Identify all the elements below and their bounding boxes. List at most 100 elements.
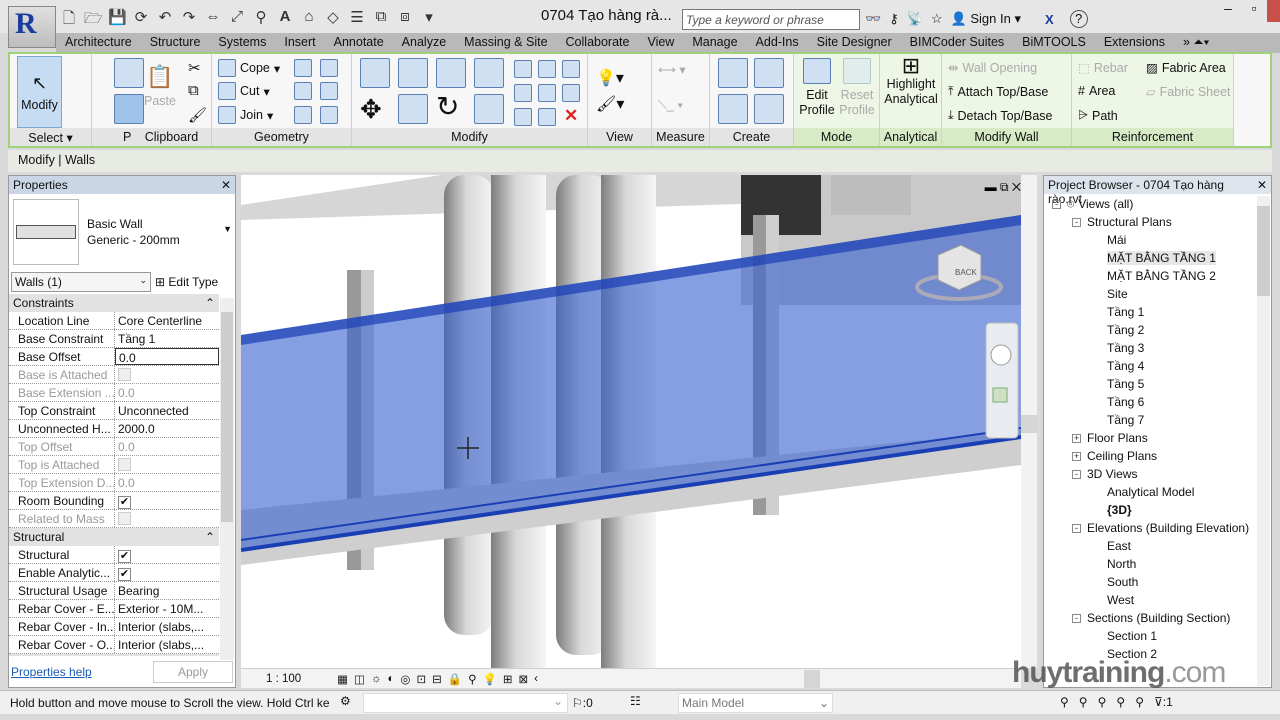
edit-profile-button[interactable]: Edit Profile: [798, 58, 836, 118]
match-properties-icon[interactable]: 🖌: [188, 106, 207, 124]
property-value[interactable]: 0.0: [115, 474, 219, 491]
view-window-controls[interactable]: ▬ ⧉ ✕: [985, 180, 1021, 194]
property-value[interactable]: 2000.0: [115, 420, 219, 437]
close-icon[interactable]: ✕: [1257, 178, 1267, 192]
tab-bimcoder-suites[interactable]: BIMCoder Suites: [901, 33, 1013, 53]
trim-extend-icon[interactable]: [474, 94, 504, 124]
reveal-hidden-icon[interactable]: 💡: [483, 672, 497, 686]
property-value[interactable]: Unconnected: [115, 402, 219, 419]
property-row[interactable]: Location Line Core Centerline: [9, 312, 219, 330]
demolish-icon[interactable]: [294, 106, 312, 124]
lightbulb-icon[interactable]: 💡▾: [596, 68, 624, 88]
drag-elements-icon[interactable]: ⚲: [1135, 695, 1144, 709]
paint-icon[interactable]: [320, 82, 338, 100]
crop-visibility-icon[interactable]: ⊟: [432, 672, 442, 686]
analytical-model-icon[interactable]: ⊞: [503, 672, 513, 686]
redo-icon[interactable]: ↷: [180, 8, 198, 33]
detail-level-icon[interactable]: ▦: [337, 672, 348, 686]
application-menu-button[interactable]: R: [8, 6, 56, 48]
sync-icon[interactable]: ⟳: [132, 8, 150, 33]
tab-extensions[interactable]: Extensions: [1095, 33, 1174, 53]
collapse-icon[interactable]: -: [1052, 199, 1061, 209]
render-icon[interactable]: ◎: [400, 672, 410, 686]
mirror-axis-icon[interactable]: [436, 58, 466, 88]
select-panel-label[interactable]: Select ▾: [10, 128, 91, 146]
tab-massing-site[interactable]: Massing & Site: [455, 33, 556, 53]
steering-wheel-icon[interactable]: [990, 344, 1012, 366]
measure-icon[interactable]: ⇔: [204, 8, 222, 33]
dimension-icon[interactable]: ⤢: [228, 8, 246, 33]
browser-item[interactable]: -3D Views: [1048, 465, 1267, 483]
property-value[interactable]: 0.0: [115, 438, 219, 455]
create-parts-icon[interactable]: [718, 58, 748, 88]
browser-item[interactable]: West: [1048, 591, 1267, 609]
paste-button[interactable]: 📋 Paste: [144, 64, 176, 108]
design-option-dropdown[interactable]: Main Model ⌄: [678, 693, 833, 713]
fabric-sheet-button[interactable]: ▱ Fabric Sheet: [1146, 84, 1231, 100]
browser-item[interactable]: Tầng 3: [1048, 339, 1267, 357]
delete-icon[interactable]: ✕: [564, 106, 578, 126]
attach-top-base-button[interactable]: ⤒ Attach Top/Base: [948, 84, 1048, 99]
property-checkbox[interactable]: ✔: [115, 564, 219, 581]
tab-structure[interactable]: Structure: [141, 33, 210, 53]
property-row[interactable]: Base Extension ... 0.0: [9, 384, 219, 402]
property-value[interactable]: Interior (slabs,...: [115, 636, 219, 653]
tab-architecture[interactable]: Architecture: [56, 33, 141, 53]
property-value[interactable]: Bearing: [115, 582, 219, 599]
property-checkbox[interactable]: ✔: [115, 492, 219, 509]
brush-icon[interactable]: 🖌▾: [596, 94, 624, 114]
fabric-area-button[interactable]: ▨ Fabric Area: [1146, 60, 1226, 76]
reset-profile-button[interactable]: Reset Profile: [838, 58, 876, 118]
property-row[interactable]: Base is Attached: [9, 366, 219, 384]
star-icon[interactable]: ☆: [931, 11, 943, 27]
properties-scrollbar[interactable]: [220, 298, 234, 660]
thin-lines-icon[interactable]: ☰: [348, 8, 366, 33]
satellite-icon[interactable]: 📡: [907, 11, 923, 27]
property-row[interactable]: Base Offset 0.0: [9, 348, 219, 366]
browser-item[interactable]: + Ceiling Plans: [1048, 447, 1267, 465]
rebar-button[interactable]: ⬚ Rebar: [1078, 60, 1128, 76]
sun-path-icon[interactable]: ☼: [371, 673, 382, 685]
split-face-icon[interactable]: [294, 82, 312, 100]
align-icon[interactable]: [360, 58, 390, 88]
browser-item[interactable]: Tầng 7: [1048, 411, 1267, 429]
apply-button[interactable]: Apply: [153, 661, 233, 683]
browser-item[interactable]: - ⌾ Views (all): [1048, 195, 1267, 213]
property-row[interactable]: Top Offset 0.0: [9, 438, 219, 456]
property-value[interactable]: Exterior - 10M...: [115, 600, 219, 617]
navigation-bar[interactable]: [985, 322, 1019, 439]
property-row[interactable]: Top Constraint Unconnected: [9, 402, 219, 420]
select-links-icon[interactable]: ⚲: [1060, 695, 1069, 709]
property-row[interactable]: Enable Analytic... ✔: [9, 564, 219, 582]
browser-item[interactable]: Tầng 1: [1048, 303, 1267, 321]
browser-item[interactable]: MẶT BẰNG TẦNG 2: [1048, 267, 1267, 285]
tab-collaborate[interactable]: Collaborate: [557, 33, 639, 53]
type-selector[interactable]: Basic Wall Generic - 200mm ▼: [9, 194, 235, 270]
visual-style-icon[interactable]: ◫: [354, 672, 365, 686]
property-checkbox[interactable]: [115, 366, 219, 383]
browser-item[interactable]: - Structural Plans: [1048, 213, 1267, 231]
property-row[interactable]: Room Bounding ✔: [9, 492, 219, 510]
browser-item[interactable]: South: [1048, 573, 1267, 591]
new-icon[interactable]: 🗋: [60, 8, 78, 33]
text-icon[interactable]: A: [276, 8, 294, 33]
rotate-icon[interactable]: ↻: [436, 90, 459, 123]
shadows-icon[interactable]: ◐: [387, 673, 394, 685]
design-options-icon[interactable]: ☷: [630, 694, 641, 708]
properties-help-link[interactable]: Properties help: [11, 665, 92, 679]
instance-filter-dropdown[interactable]: Walls (1) ⌄: [11, 272, 151, 292]
tag-icon[interactable]: ⚲: [252, 8, 270, 33]
cut-geometry-button[interactable]: Cut ▾: [218, 82, 270, 100]
create-assembly-icon[interactable]: [718, 94, 748, 124]
3d-viewport[interactable]: BACK ▬ ⧉ ✕: [241, 175, 1021, 668]
copy-icon[interactable]: ⧉: [188, 82, 199, 99]
undo-icon[interactable]: ↶: [156, 8, 174, 33]
geometry-tool-icon[interactable]: [294, 59, 312, 77]
property-row[interactable]: Structural Usage Bearing: [9, 582, 219, 600]
scale-icon[interactable]: [538, 84, 556, 102]
tab-analyze[interactable]: Analyze: [393, 33, 455, 53]
pin-icon[interactable]: [562, 84, 580, 102]
wall-opening-button[interactable]: ⇹ Wall Opening: [948, 60, 1037, 76]
create-group-icon[interactable]: [754, 94, 784, 124]
browser-item[interactable]: - Elevations (Building Elevation): [1048, 519, 1267, 537]
